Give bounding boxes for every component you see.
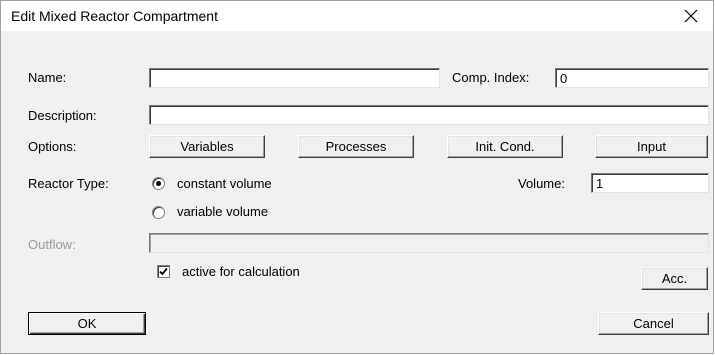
variables-button[interactable]: Variables bbox=[149, 135, 265, 158]
cancel-button[interactable]: Cancel bbox=[598, 312, 709, 335]
volume-field[interactable] bbox=[591, 173, 709, 193]
close-icon[interactable] bbox=[684, 9, 698, 23]
variable-volume-label[interactable]: variable volume bbox=[177, 204, 268, 219]
acc-button[interactable]: Acc. bbox=[641, 267, 708, 290]
variable-volume-radio[interactable] bbox=[152, 206, 165, 219]
constant-volume-radio[interactable] bbox=[152, 177, 165, 190]
check-icon bbox=[159, 267, 168, 276]
active-checkbox[interactable] bbox=[157, 265, 170, 278]
title-bar: Edit Mixed Reactor Compartment bbox=[1, 1, 713, 31]
active-checkbox-label[interactable]: active for calculation bbox=[182, 264, 300, 279]
dialog-window: Edit Mixed Reactor Compartment Name: Com… bbox=[0, 0, 714, 354]
window-title: Edit Mixed Reactor Compartment bbox=[11, 8, 218, 24]
volume-label: Volume: bbox=[518, 176, 565, 191]
init-cond-button[interactable]: Init. Cond. bbox=[447, 135, 563, 158]
processes-button[interactable]: Processes bbox=[298, 135, 414, 158]
input-button[interactable]: Input bbox=[595, 135, 708, 158]
reactor-type-label: Reactor Type: bbox=[28, 176, 109, 191]
constant-volume-label[interactable]: constant volume bbox=[177, 176, 272, 191]
outflow-field bbox=[149, 233, 709, 253]
close-button[interactable] bbox=[669, 1, 713, 31]
description-field[interactable] bbox=[149, 105, 709, 125]
description-label: Description: bbox=[28, 108, 97, 123]
name-field[interactable] bbox=[149, 68, 440, 88]
comp-index-field[interactable] bbox=[555, 68, 709, 88]
options-label: Options: bbox=[28, 139, 77, 154]
name-label: Name: bbox=[28, 70, 67, 85]
comp-index-label: Comp. Index: bbox=[452, 70, 530, 85]
ok-button[interactable]: OK bbox=[28, 312, 146, 335]
outflow-label: Outflow: bbox=[28, 237, 76, 252]
